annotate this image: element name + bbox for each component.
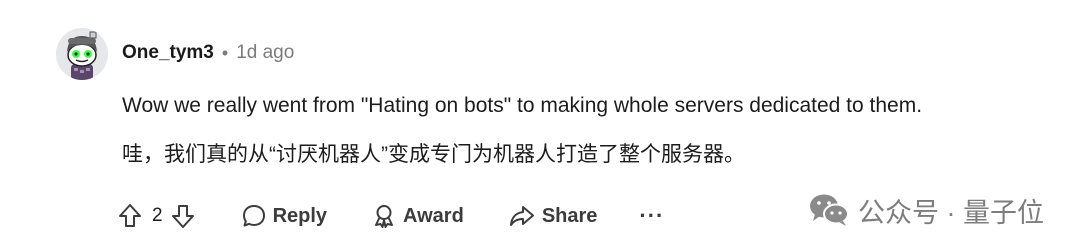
share-label: Share [541, 204, 598, 227]
watermark-text: 公众号 · 量子位 [858, 197, 1044, 228]
comment-body-english: Wow we really went from "Hating on bots"… [122, 94, 923, 117]
snoo-avatar-icon [56, 28, 108, 80]
award-label: Award [403, 204, 464, 227]
comment-actions: 2 Reply Award Share ··· [118, 196, 664, 236]
reply-label: Reply [272, 204, 328, 227]
username[interactable]: One_tym3 [122, 42, 214, 64]
wechat-logo-icon [810, 194, 849, 226]
timestamp[interactable]: 1d ago [236, 42, 294, 64]
more-options-button[interactable]: ··· [639, 203, 664, 229]
reply-button[interactable]: Reply [241, 203, 327, 229]
award-button[interactable]: Award [371, 203, 464, 229]
share-arrow-icon [509, 206, 534, 226]
vote-count: 2 [152, 205, 163, 226]
award-ribbon-icon [375, 205, 394, 228]
speech-bubble-icon [242, 205, 265, 227]
upvote-button[interactable] [118, 203, 142, 229]
comment: One_tym3 • 1d ago Wow we really went fro… [0, 0, 1080, 252]
upvote-arrow-icon [119, 204, 141, 227]
downvote-arrow-icon [171, 205, 194, 228]
downvote-button[interactable] [171, 203, 195, 229]
comment-body-chinese: 哇，我们真的从“讨厌机器人”变成专门为机器人打造了整个服务器。 [122, 143, 745, 166]
comment-header: One_tym3 • 1d ago [122, 40, 294, 66]
avatar[interactable] [56, 28, 108, 80]
meta-separator: • [221, 42, 229, 63]
share-button[interactable]: Share [508, 203, 598, 229]
watermark: 公众号 · 量子位 [808, 190, 1044, 230]
